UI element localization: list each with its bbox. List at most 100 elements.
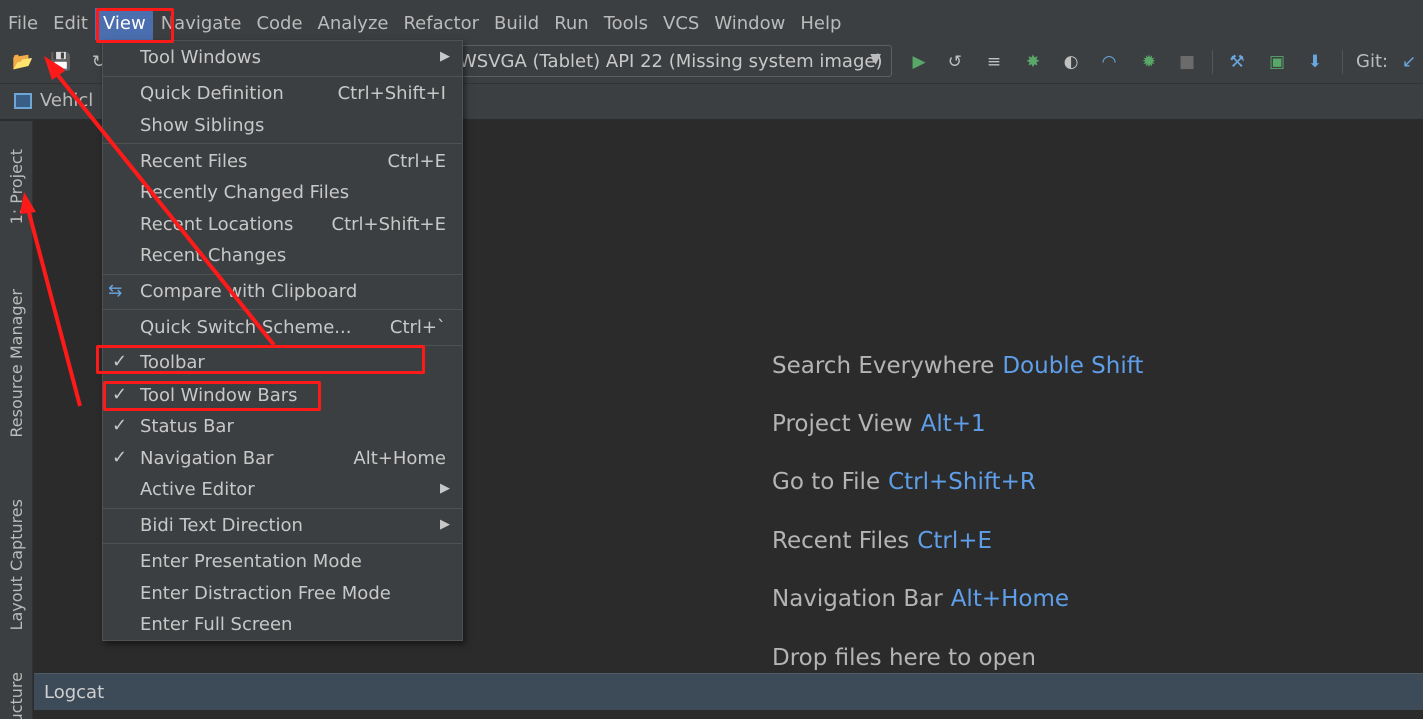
left-tool-window-bar: 1: Project Resource Manager Layout Captu… — [0, 121, 33, 719]
tab-resource-manager[interactable]: Resource Manager — [0, 275, 33, 451]
menu-tools[interactable]: Tools — [596, 8, 655, 40]
hint-shortcut: Alt+1 — [920, 411, 986, 437]
menu-separator — [103, 508, 462, 509]
menu-file[interactable]: File — [0, 8, 45, 40]
tab-structure[interactable]: ucture — [0, 672, 33, 719]
chevron-down-icon: ▼ — [870, 51, 881, 67]
annotation-box-toolbar — [96, 345, 425, 374]
coverage-icon[interactable]: ◐ — [1060, 51, 1082, 73]
menu-item-label: Enter Full Screen — [140, 614, 293, 635]
menu-item-enter-presentation-mode[interactable]: Enter Presentation Mode — [103, 547, 462, 578]
stop-icon[interactable]: ■ — [1176, 51, 1198, 73]
menu-item-label: Status Bar — [140, 416, 234, 437]
sdk-manager-icon[interactable]: ⬇ — [1304, 51, 1326, 73]
window-top-strip — [0, 0, 1423, 8]
menu-item-compare-with-clipboard[interactable]: ⇆ Compare with Clipboard — [103, 277, 462, 308]
menu-help[interactable]: Help — [792, 8, 848, 40]
menu-item-recent-changes[interactable]: Recent Changes — [103, 241, 462, 272]
menu-analyze[interactable]: Analyze — [310, 8, 396, 40]
menu-refactor[interactable]: Refactor — [395, 8, 486, 40]
menu-item-recent-files[interactable]: Recent Files Ctrl+E — [103, 147, 462, 178]
menu-window[interactable]: Window — [706, 8, 792, 40]
device-selector-label: WSVGA (Tablet) API 22 (Missing system im… — [459, 50, 883, 72]
menu-item-quick-definition[interactable]: Quick Definition Ctrl+Shift+I — [103, 79, 462, 110]
menu-item-shortcut: Ctrl+Shift+I — [337, 83, 446, 104]
profile-icon[interactable]: ◠ — [1098, 51, 1120, 73]
menu-item-navigation-bar[interactable]: ✓ Navigation Bar Alt+Home — [103, 444, 462, 475]
avd-manager-icon[interactable]: ▣ — [1266, 51, 1288, 73]
menu-edit[interactable]: Edit — [45, 8, 95, 40]
menu-code[interactable]: Code — [248, 8, 309, 40]
hint-label: Go to File — [772, 469, 881, 495]
hint-go-to-file: Go to File Ctrl+Shift+R — [772, 469, 1036, 495]
hint-navigation-bar: Navigation Bar Alt+Home — [772, 586, 1069, 612]
checkmark-icon: ✓ — [112, 447, 128, 468]
menu-item-recent-locations[interactable]: Recent Locations Ctrl+Shift+E — [103, 210, 462, 241]
logcat-panel-header[interactable]: Logcat — [34, 673, 1423, 710]
submenu-arrow-icon: ▶ — [440, 49, 450, 64]
run-icon[interactable]: ▶ — [908, 51, 930, 73]
open-folder-icon[interactable]: 📂 — [12, 51, 34, 73]
module-icon — [14, 92, 32, 109]
menu-item-tool-windows[interactable]: Tool Windows ▶ — [103, 43, 462, 74]
hint-label: Recent Files — [772, 528, 910, 554]
checkmark-icon: ✓ — [112, 415, 128, 436]
menu-item-enter-distraction-free-mode[interactable]: Enter Distraction Free Mode — [103, 579, 462, 610]
menu-item-quick-switch-scheme[interactable]: Quick Switch Scheme... Ctrl+` — [103, 313, 462, 344]
hint-drop-files: Drop files here to open — [772, 645, 1036, 671]
tab-project[interactable]: 1: Project — [0, 135, 33, 239]
menu-vcs[interactable]: VCS — [655, 8, 706, 40]
menu-separator — [103, 143, 462, 144]
menu-item-label: Recent Locations — [140, 214, 294, 235]
menu-item-label: Active Editor — [140, 479, 255, 500]
device-selector[interactable]: WSVGA (Tablet) API 22 (Missing system im… — [448, 45, 892, 77]
menu-item-shortcut: Ctrl+Shift+E — [331, 214, 446, 235]
menu-separator — [103, 274, 462, 275]
menu-item-label: Recently Changed Files — [140, 182, 350, 203]
menu-item-show-siblings[interactable]: Show Siblings — [103, 111, 462, 142]
hint-project-view: Project View Alt+1 — [772, 411, 986, 437]
hint-shortcut: Alt+Home — [950, 586, 1070, 612]
sync-gradle-icon[interactable]: ⚒ — [1226, 51, 1248, 73]
save-all-icon[interactable]: 💾 — [50, 51, 72, 73]
menu-item-label: Navigation Bar — [140, 448, 274, 469]
menu-item-enter-full-screen[interactable]: Enter Full Screen — [103, 610, 462, 641]
menu-item-status-bar[interactable]: ✓ Status Bar — [103, 412, 462, 443]
menu-item-shortcut: Ctrl+E — [387, 151, 446, 172]
hint-shortcut: Ctrl+Shift+R — [888, 469, 1036, 495]
hint-shortcut: Ctrl+E — [917, 528, 993, 554]
git-label: Git: — [1356, 51, 1389, 72]
menu-item-recently-changed-files[interactable]: Recently Changed Files — [103, 178, 462, 209]
annotation-box-view-menu — [96, 8, 174, 43]
menu-build[interactable]: Build — [486, 8, 546, 40]
debug-icon[interactable]: ✸ — [1022, 51, 1044, 73]
hint-label: Search Everywhere — [772, 353, 995, 379]
tab-project-label: 1: Project — [7, 149, 26, 225]
hint-label: Navigation Bar — [772, 586, 943, 612]
menu-item-label: Compare with Clipboard — [140, 281, 358, 302]
attach-debugger-icon[interactable]: ✹ — [1138, 51, 1160, 73]
menu-item-label: Bidi Text Direction — [140, 515, 303, 536]
tab-layout-captures[interactable]: Layout Captures — [0, 487, 33, 643]
submenu-arrow-icon: ▶ — [440, 481, 450, 496]
menu-item-label: Show Siblings — [140, 115, 265, 136]
breadcrumb-project: Vehicl — [40, 90, 94, 111]
menu-item-bidi-text-direction[interactable]: Bidi Text Direction ▶ — [103, 511, 462, 542]
menu-run[interactable]: Run — [546, 8, 596, 40]
apply-code-changes-icon[interactable]: ≡ — [983, 51, 1005, 73]
submenu-arrow-icon: ▶ — [440, 517, 450, 532]
menu-item-label: Enter Distraction Free Mode — [140, 583, 391, 604]
git-update-icon[interactable]: ↙ — [1398, 51, 1420, 73]
breadcrumb[interactable]: Vehicl — [14, 90, 93, 111]
toolbar-separator — [1212, 50, 1213, 74]
hint-recent-files: Recent Files Ctrl+E — [772, 528, 992, 554]
hint-label: Project View — [772, 411, 913, 437]
logcat-title: Logcat — [44, 682, 105, 703]
apply-changes-icon[interactable]: ↺ — [944, 51, 966, 73]
tab-resource-manager-label: Resource Manager — [7, 288, 26, 438]
menu-item-active-editor[interactable]: Active Editor ▶ — [103, 475, 462, 506]
hint-label: Drop files here to open — [772, 645, 1036, 671]
tab-layout-captures-label: Layout Captures — [7, 499, 26, 631]
toolbar-separator — [1342, 50, 1343, 74]
tab-structure-label: ucture — [7, 672, 26, 719]
